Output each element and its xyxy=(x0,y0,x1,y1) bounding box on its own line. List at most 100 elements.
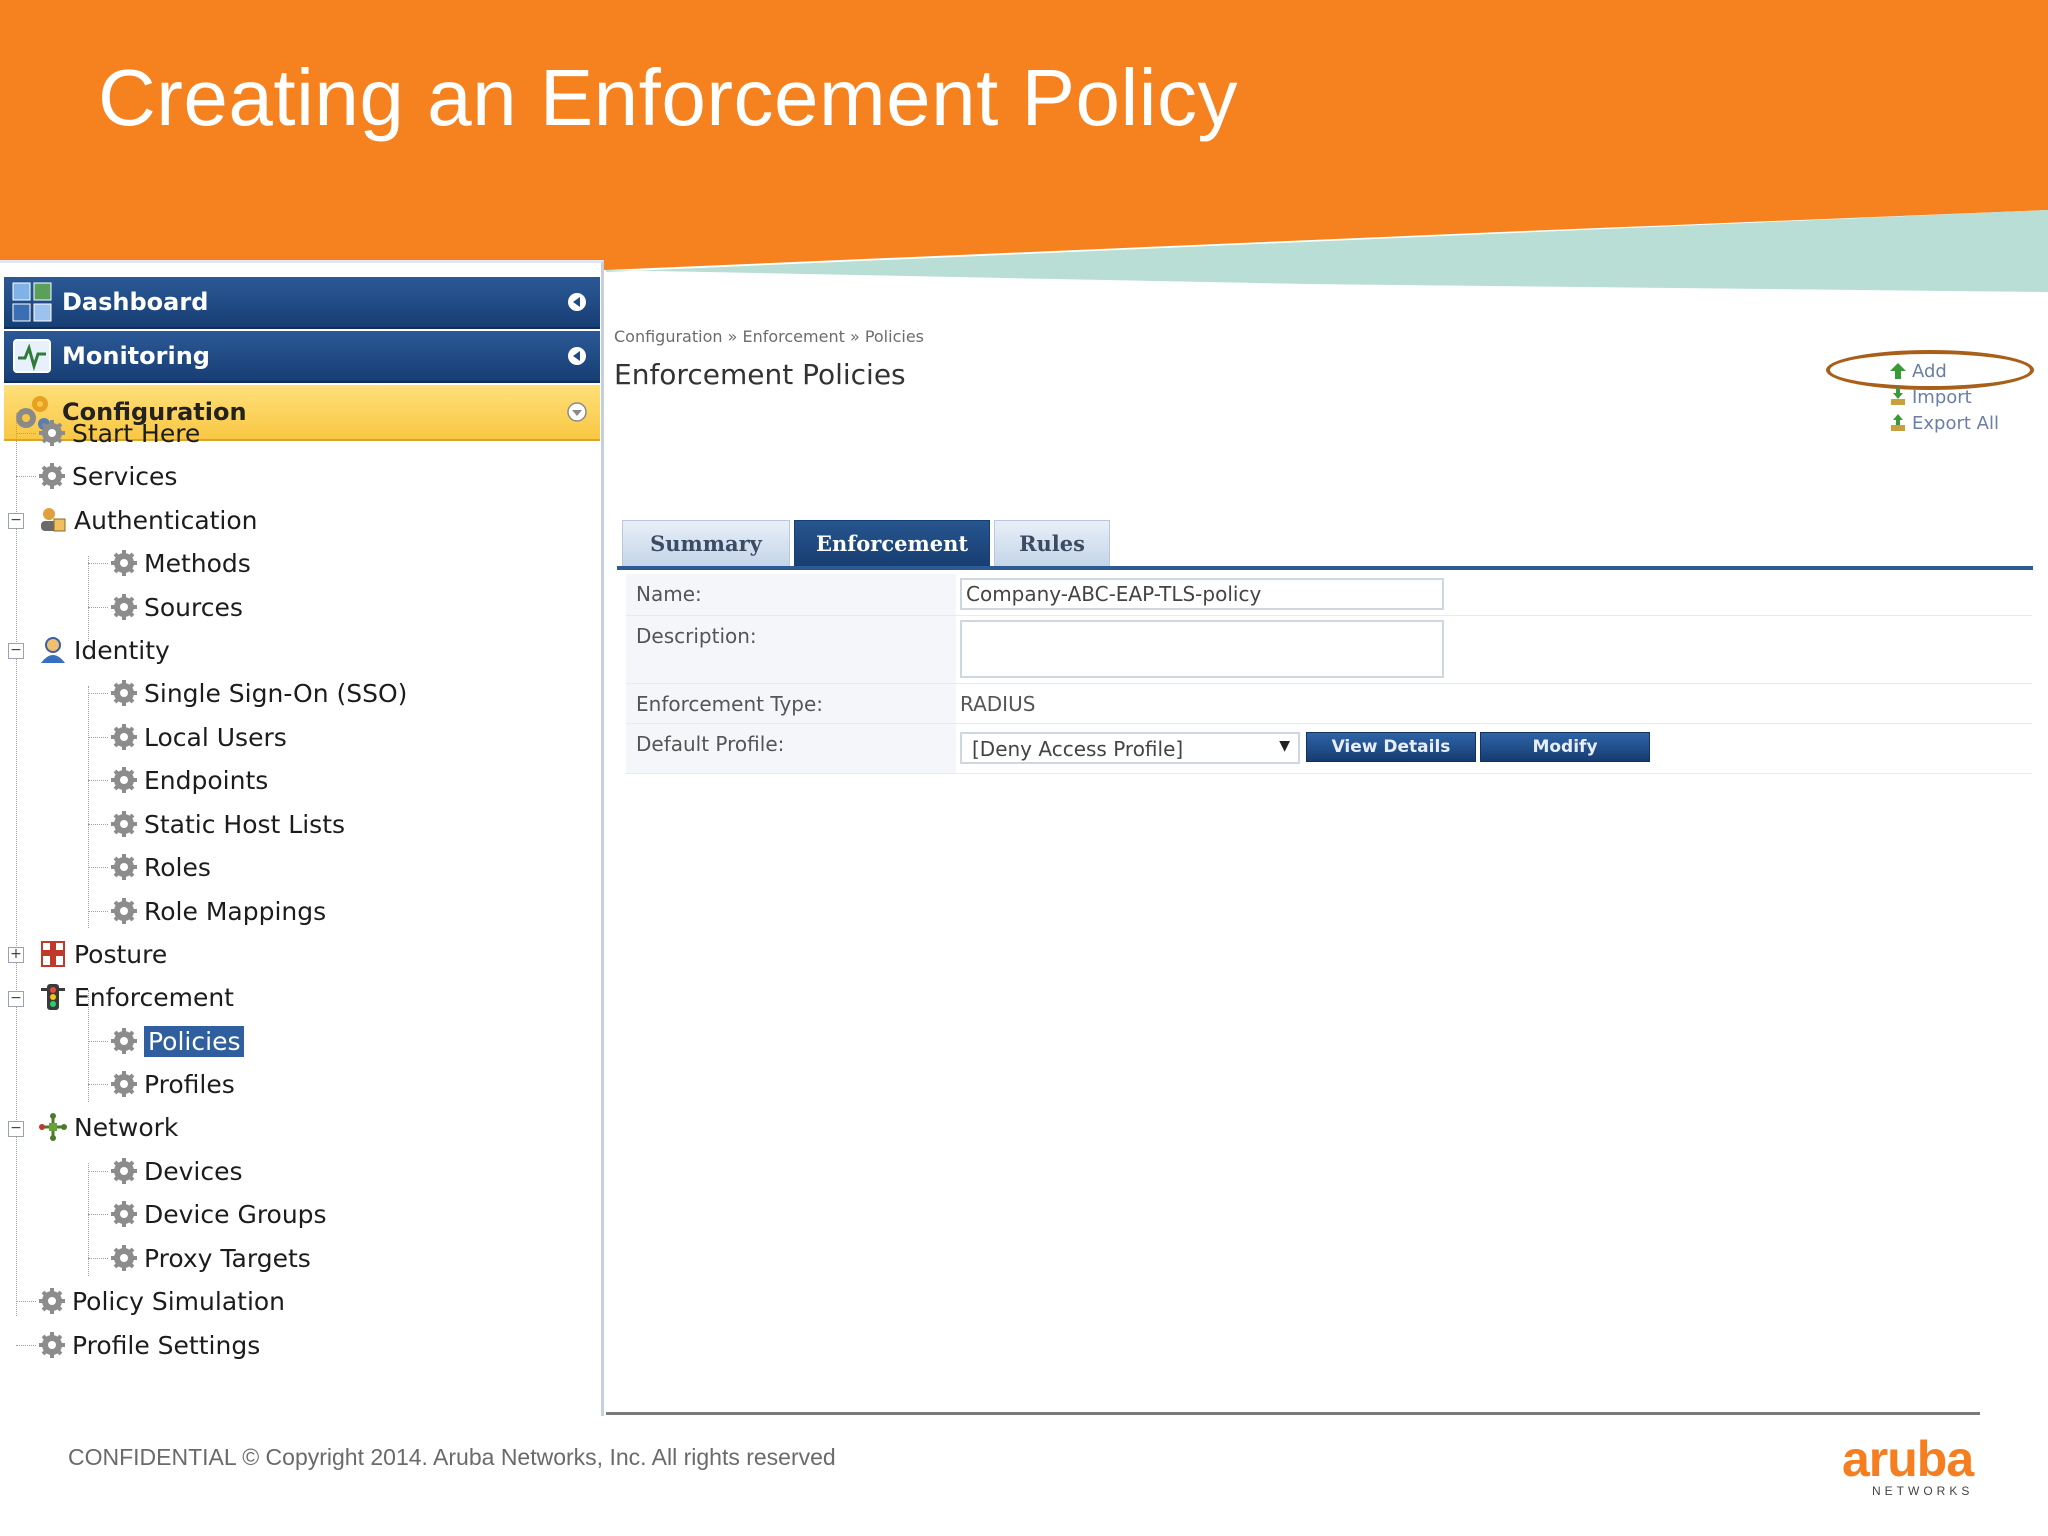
tab-summary[interactable]: Summary xyxy=(622,520,790,566)
dashboard-icon xyxy=(12,282,52,322)
chevron-down-icon: ▼ xyxy=(1279,738,1290,754)
tree-item-policies[interactable]: Policies xyxy=(110,1021,245,1061)
gear-icon xyxy=(111,1158,137,1184)
tree-item-label: Endpoints xyxy=(144,765,269,795)
tree-item-label: Local Users xyxy=(144,722,287,752)
tree-item-label: Start Here xyxy=(72,418,201,448)
name-input[interactable] xyxy=(960,578,1444,610)
default-profile-select[interactable]: [Deny Access Profile] ▼ xyxy=(960,732,1300,764)
tree-item-profiles[interactable]: Profiles xyxy=(110,1064,235,1104)
tree-item-local-users[interactable]: Local Users xyxy=(110,717,287,757)
tree-item-device-groups[interactable]: Device Groups xyxy=(110,1194,327,1234)
tree-item-profile-settings[interactable]: Profile Settings xyxy=(38,1325,260,1365)
tree-item-start-here[interactable]: Start Here xyxy=(38,413,200,453)
gear-icon xyxy=(111,898,137,924)
tree-item-label: Static Host Lists xyxy=(144,809,346,839)
gear-icon xyxy=(111,854,137,880)
nav-dashboard-label: Dashboard xyxy=(62,288,209,316)
enforcement-type-row: Enforcement Type: RADIUS xyxy=(626,684,2032,724)
nav-monitoring[interactable]: Monitoring xyxy=(4,331,600,383)
gear-icon xyxy=(111,680,137,706)
traffic-light-icon xyxy=(41,984,65,1010)
tree-item-sources[interactable]: Sources xyxy=(110,587,243,627)
gear-icon xyxy=(39,420,65,446)
tree-item-policy-simulation[interactable]: Policy Simulation xyxy=(38,1281,285,1321)
tree-item-network[interactable]: Network xyxy=(38,1107,178,1147)
name-row: Name: xyxy=(626,574,2032,616)
export-all-link[interactable]: Export All xyxy=(1888,410,1999,436)
view-details-button[interactable]: View Details xyxy=(1306,732,1476,762)
tree-item-label: Authentication xyxy=(74,505,258,535)
tree-item-label: Services xyxy=(72,461,178,491)
tree-item-label: Sources xyxy=(144,592,243,622)
tree-item-proxy-targets[interactable]: Proxy Targets xyxy=(110,1238,311,1278)
copyright-footer: CONFIDENTIAL © Copyright 2014. Aruba Net… xyxy=(68,1444,836,1470)
import-link-label: Import xyxy=(1912,386,1972,408)
tree-item-role-mappings[interactable]: Role Mappings xyxy=(110,891,326,931)
tree-item-label: Roles xyxy=(144,852,211,882)
tree-item-enforcement[interactable]: Enforcement xyxy=(38,977,234,1017)
import-link[interactable]: Import xyxy=(1888,384,1999,410)
page-actions: Add Import Export All xyxy=(1888,358,1999,436)
enforcement-type-value: RADIUS xyxy=(960,692,1036,716)
expand-posture-toggle[interactable]: + xyxy=(8,947,24,963)
tab-rules[interactable]: Rules xyxy=(994,520,1110,566)
collapse-enforcement-toggle[interactable]: − xyxy=(8,991,24,1007)
collapse-toggle-icon[interactable] xyxy=(566,291,588,313)
collapse-toggle-icon[interactable] xyxy=(566,345,588,367)
gear-icon xyxy=(111,811,137,837)
collapse-identity-toggle[interactable]: − xyxy=(8,643,24,659)
users-icon xyxy=(41,508,66,532)
modify-button[interactable]: Modify xyxy=(1480,732,1650,762)
tree-item-label: Methods xyxy=(144,548,251,578)
default-profile-row: Default Profile: [Deny Access Profile] ▼… xyxy=(626,724,2032,774)
tree-item-identity[interactable]: Identity xyxy=(38,630,170,670)
gear-icon xyxy=(39,1332,65,1358)
export-icon xyxy=(1891,414,1905,431)
gear-icon xyxy=(111,767,137,793)
tree-item-label: Enforcement xyxy=(74,982,234,1012)
description-textarea[interactable] xyxy=(960,620,1444,678)
expand-toggle-icon[interactable] xyxy=(566,401,588,423)
tree-item-label: Proxy Targets xyxy=(144,1243,311,1273)
nav-dashboard[interactable]: Dashboard xyxy=(4,277,600,329)
gear-icon xyxy=(111,1028,137,1054)
tree-item-label: Role Mappings xyxy=(144,896,327,926)
tree-item-devices[interactable]: Devices xyxy=(110,1151,243,1191)
tree-item-services[interactable]: Services xyxy=(38,456,177,496)
tree-item-roles[interactable]: Roles xyxy=(110,847,211,887)
breadcrumb[interactable]: Configuration » Enforcement » Policies xyxy=(614,327,924,346)
content-divider xyxy=(606,1412,1980,1415)
import-icon xyxy=(1891,388,1905,405)
export-all-link-label: Export All xyxy=(1912,412,1999,434)
tree-item-methods[interactable]: Methods xyxy=(110,543,251,583)
monitoring-icon xyxy=(13,339,51,373)
tree-item-label-selected: Policies xyxy=(144,1025,245,1057)
network-icon xyxy=(39,1113,67,1141)
gear-icon xyxy=(111,550,137,576)
tree-item-label: Single Sign-On (SSO) xyxy=(144,678,408,708)
tree-item-sso[interactable]: Single Sign-On (SSO) xyxy=(110,673,407,713)
tree-item-endpoints[interactable]: Endpoints xyxy=(110,760,268,800)
tree-item-label: Network xyxy=(74,1112,179,1142)
gear-icon xyxy=(111,724,137,750)
gear-icon xyxy=(111,1201,137,1227)
tree-item-static-host-lists[interactable]: Static Host Lists xyxy=(110,804,345,844)
tab-enforcement[interactable]: Enforcement xyxy=(794,520,990,566)
user-icon xyxy=(41,637,65,663)
gear-icon xyxy=(111,594,137,620)
gear-icon xyxy=(111,1071,137,1097)
tree-item-label: Device Groups xyxy=(144,1199,327,1229)
tree-item-posture[interactable]: Posture xyxy=(38,934,167,974)
add-link[interactable]: Add xyxy=(1888,358,1999,384)
add-icon xyxy=(1890,363,1906,379)
collapse-network-toggle[interactable]: − xyxy=(8,1121,24,1137)
tree-item-label: Profile Settings xyxy=(72,1330,261,1360)
left-navigation: Dashboard Monitoring Configuration Start… xyxy=(0,260,604,1416)
nav-monitoring-label: Monitoring xyxy=(62,342,210,370)
slide-title: Creating an Enforcement Policy xyxy=(98,53,1238,142)
add-link-label: Add xyxy=(1912,360,1947,382)
tree-item-authentication[interactable]: Authentication xyxy=(38,500,258,540)
collapse-authentication-toggle[interactable]: − xyxy=(8,513,24,529)
tab-underline xyxy=(617,566,2033,570)
